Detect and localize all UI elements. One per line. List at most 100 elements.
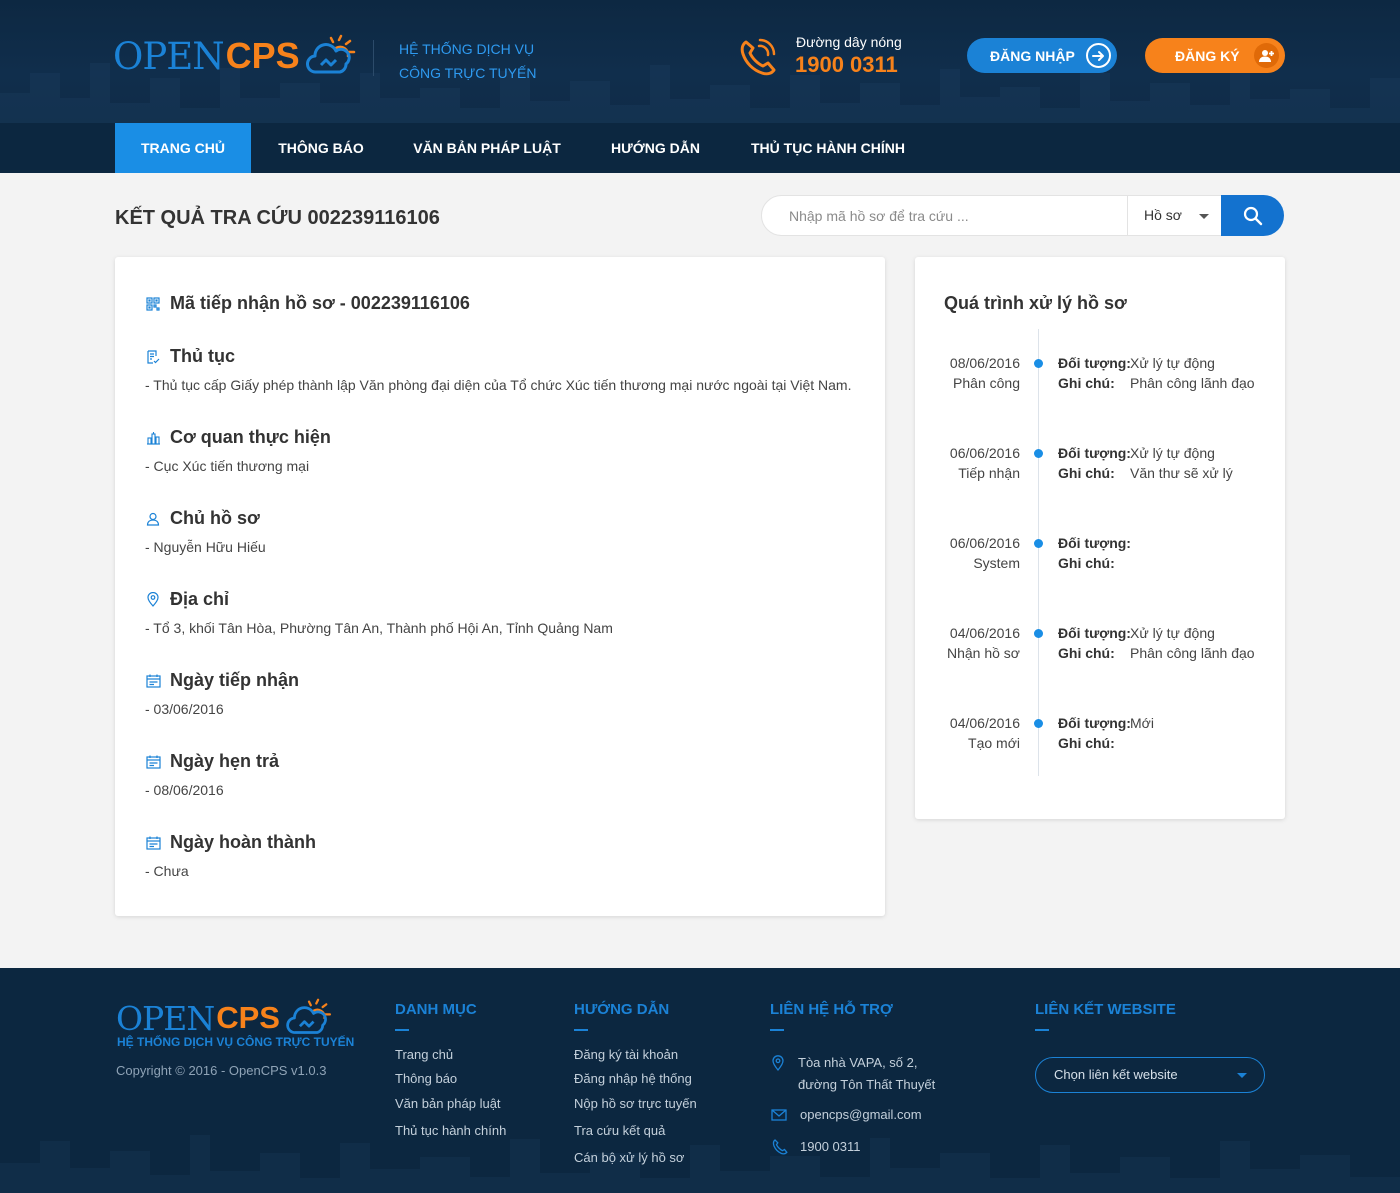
section-receipt-code: Mã tiếp nhận hồ sơ - 002239116106 bbox=[145, 293, 470, 314]
appointment-date-heading: Ngày hẹn trả bbox=[170, 751, 280, 771]
calendar-icon bbox=[145, 835, 161, 851]
received-date-value: - 03/06/2016 bbox=[145, 701, 224, 717]
timeline-entry-date: 04/06/2016 Nhận hồ sơ bbox=[947, 623, 1020, 663]
qrcode-icon bbox=[145, 296, 161, 312]
section-address: Địa chỉ bbox=[145, 589, 229, 610]
note-value: Phân công lãnh đạo bbox=[1130, 375, 1255, 391]
search-input[interactable] bbox=[762, 196, 1127, 235]
timeline-step: Tiếp nhận bbox=[958, 465, 1020, 481]
calendar-icon bbox=[145, 754, 161, 770]
footer-link-login[interactable]: Đăng nhập hệ thống bbox=[574, 1071, 692, 1086]
location-pin-icon bbox=[772, 1055, 784, 1071]
received-date-heading: Ngày tiếp nhận bbox=[170, 670, 300, 690]
search-icon bbox=[1243, 206, 1262, 225]
note-label: Ghi chú: bbox=[1058, 645, 1115, 661]
object-label: Đối tượng: bbox=[1058, 715, 1131, 731]
timeline-step: Nhận hồ sơ bbox=[946, 645, 1020, 661]
timeline-date: 04/06/2016 bbox=[949, 715, 1020, 731]
login-button[interactable]: ĐĂNG NHẬP bbox=[967, 38, 1117, 73]
timeline-entry-date: 04/06/2016 Tạo mới bbox=[950, 713, 1020, 753]
envelope-icon bbox=[771, 1109, 787, 1121]
nav-item-legal-documents[interactable]: VĂN BẢN PHÁP LUẬT bbox=[391, 123, 583, 173]
note-value: Phân công lãnh đạo bbox=[1130, 645, 1255, 661]
search-button[interactable] bbox=[1221, 195, 1284, 236]
timeline-dot bbox=[1034, 359, 1043, 368]
note-label: Ghi chú: bbox=[1058, 735, 1115, 751]
nav-item-home[interactable]: TRANG CHỦ bbox=[115, 123, 251, 173]
processing-history-card: Quá trình xử lý hồ sơ 08/06/2016 Phân cô… bbox=[915, 257, 1285, 819]
note-label: Ghi chú: bbox=[1058, 375, 1115, 391]
footer-tagline: HỆ THỐNG DỊCH VỤ CÔNG TRỰC TUYẾN bbox=[117, 1035, 355, 1049]
footer-category-title: DANH MỤC bbox=[395, 1001, 477, 1018]
search-type-select[interactable]: Hồ sơ bbox=[1127, 196, 1222, 235]
site-header: OPEN CPS HỆ THỐNG DỊCH VỤ CÔNG TRỰC TUYẾ… bbox=[0, 0, 1400, 123]
dossier-detail-card: Mã tiếp nhận hồ sơ - 002239116106 Thủ tụ… bbox=[115, 257, 885, 916]
contact-address-line-1: Tòa nhà VAPA, số 2, bbox=[798, 1055, 918, 1070]
hotline-number[interactable]: 1900 0311 bbox=[795, 52, 898, 78]
chevron-down-icon bbox=[1199, 214, 1209, 219]
website-link-select[interactable]: Chọn liên kết website bbox=[1035, 1057, 1265, 1093]
footer-link-register-account[interactable]: Đăng ký tài khoản bbox=[574, 1047, 678, 1062]
nav-item-administrative-procedures[interactable]: THỦ TỤC HÀNH CHÍNH bbox=[728, 123, 928, 173]
receipt-code-heading: Mã tiếp nhận hồ sơ - 002239116106 bbox=[170, 293, 470, 313]
footer-contact-title: LIÊN HỆ HỖ TRỢ bbox=[770, 1001, 893, 1018]
section-agency: Cơ quan thực hiện bbox=[145, 427, 331, 448]
timeline-entry-date: 08/06/2016 Phân công bbox=[950, 353, 1020, 393]
object-label: Đối tượng: bbox=[1058, 445, 1131, 461]
timeline-dot bbox=[1034, 719, 1043, 728]
calendar-icon bbox=[145, 673, 161, 689]
logo-open-text: OPEN bbox=[116, 998, 215, 1038]
register-button[interactable]: ĐĂNG KÝ bbox=[1145, 38, 1285, 73]
note-label: Ghi chú: bbox=[1058, 555, 1115, 571]
location-pin-icon bbox=[145, 592, 161, 608]
copyright: Copyright © 2016 - OpenCPS v1.0.3 bbox=[116, 1063, 327, 1078]
object-value: Xử lý tự động bbox=[1130, 625, 1215, 641]
section-procedure: Thủ tục bbox=[145, 346, 235, 367]
site-logo[interactable]: OPEN CPS bbox=[113, 34, 356, 78]
owner-heading: Chủ hồ sơ bbox=[170, 508, 260, 528]
nav-item-guides[interactable]: HƯỚNG DẪN bbox=[583, 123, 728, 173]
logo-divider bbox=[373, 40, 374, 76]
section-appointment-date: Ngày hẹn trả bbox=[145, 751, 279, 772]
timeline-date: 06/06/2016 bbox=[949, 445, 1020, 461]
footer-link-home[interactable]: Trang chủ bbox=[395, 1047, 453, 1062]
title-underline bbox=[574, 1029, 588, 1031]
section-owner: Chủ hồ sơ bbox=[145, 508, 260, 529]
lookup-search-bar: Hồ sơ bbox=[761, 195, 1284, 236]
footer-link-legal-documents[interactable]: Văn bản pháp luật bbox=[395, 1096, 501, 1111]
site-footer: OPEN CPS HỆ THỐNG DỊCH VỤ CÔNG TRỰC TUYẾ… bbox=[0, 968, 1400, 1193]
agency-heading: Cơ quan thực hiện bbox=[170, 427, 331, 447]
footer-link-lookup-result[interactable]: Tra cứu kết quả bbox=[574, 1123, 665, 1138]
footer-link-procedures[interactable]: Thủ tục hành chính bbox=[395, 1123, 506, 1138]
building-icon bbox=[145, 430, 161, 446]
timeline-dot bbox=[1034, 539, 1043, 548]
title-underline bbox=[395, 1029, 409, 1031]
section-received-date: Ngày tiếp nhận bbox=[145, 670, 299, 691]
tagline-line-2: CÔNG TRỰC TUYẾN bbox=[399, 65, 537, 81]
contact-phone[interactable]: 1900 0311 bbox=[800, 1136, 861, 1158]
phone-ringing-icon bbox=[740, 38, 776, 76]
city-skyline-decoration bbox=[0, 1135, 1400, 1193]
completion-date-value: - Chưa bbox=[145, 863, 189, 879]
processing-history-title: Quá trình xử lý hồ sơ bbox=[944, 293, 1127, 313]
footer-link-submit-online[interactable]: Nộp hồ sơ trực tuyến bbox=[574, 1096, 697, 1111]
timeline-step: System bbox=[973, 555, 1020, 571]
procedure-value: - Thủ tục cấp Giấy phép thành lập Văn ph… bbox=[145, 377, 852, 393]
object-value: Mới bbox=[1130, 715, 1154, 731]
system-tagline: HỆ THỐNG DỊCH VỤ CÔNG TRỰC TUYẾN bbox=[399, 37, 536, 85]
timeline-line bbox=[1038, 329, 1039, 776]
register-button-label: ĐĂNG KÝ bbox=[1175, 47, 1240, 64]
hotline-label: Đường dây nóng bbox=[796, 34, 902, 50]
contact-address-line-2: đường Tôn Thất Thuyết bbox=[798, 1077, 936, 1092]
timeline-step: Tạo mới bbox=[968, 735, 1020, 751]
contact-email[interactable]: opencps@gmail.com bbox=[800, 1104, 922, 1126]
note-value: Văn thư sẽ xử lý bbox=[1130, 465, 1233, 481]
add-user-icon bbox=[1254, 43, 1279, 68]
footer-link-announcements[interactable]: Thông báo bbox=[395, 1071, 457, 1086]
website-link-select-value: Chọn liên kết website bbox=[1054, 1067, 1178, 1082]
footer-logo[interactable]: OPEN CPS bbox=[116, 998, 332, 1038]
phone-icon bbox=[772, 1139, 788, 1155]
nav-item-announcements[interactable]: THÔNG BÁO bbox=[251, 123, 391, 173]
footer-links-title: LIÊN KẾT WEBSITE bbox=[1035, 1001, 1176, 1018]
footer-link-staff-processing[interactable]: Cán bộ xử lý hồ sơ bbox=[574, 1150, 684, 1165]
